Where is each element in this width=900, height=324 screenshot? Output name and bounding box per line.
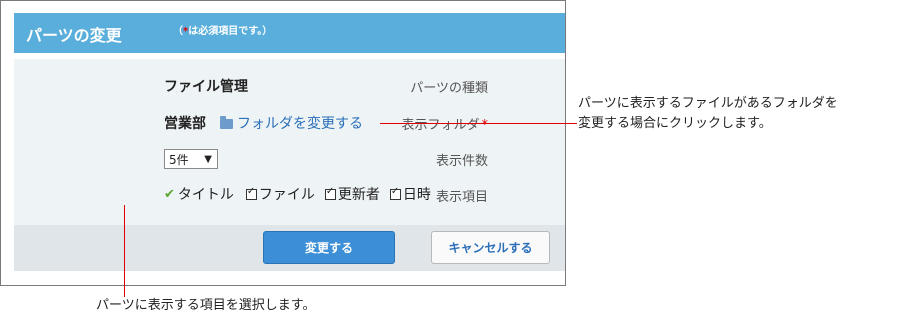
file-checkbox[interactable] xyxy=(245,186,257,200)
folder-value: 営業部 xyxy=(164,116,206,132)
chevron-down-icon: ▼ xyxy=(204,154,212,165)
panel-title: パーツの変更 xyxy=(26,26,122,45)
required-note-open: （ xyxy=(173,26,183,37)
count-label: 表示件数 xyxy=(435,154,488,169)
change-folder-link-label: フォルダを変更する xyxy=(237,116,363,132)
updater-checkbox[interactable] xyxy=(324,186,336,200)
display-items: ✔ タイトル ファイル 更新者 日時 xyxy=(164,184,431,204)
items-callout-text: パーツに表示する項目を選択します。 xyxy=(96,298,316,313)
items-label: 表示項目 xyxy=(435,190,488,205)
folder-required-mark: * xyxy=(481,118,489,133)
cancel-button[interactable]: キャンセルする xyxy=(431,231,550,264)
part-type-label: パーツの種類 xyxy=(410,81,488,96)
required-note: （*は必須項目です。） xyxy=(173,22,272,37)
folder-callout-line2: 変更する場合にクリックします。 xyxy=(578,116,772,131)
item-datetime-label: 日時 xyxy=(402,187,431,203)
folder-label-text: 表示フォルダ xyxy=(401,118,480,133)
count-select[interactable]: 5件 ▼ xyxy=(164,149,218,169)
panel-header: パーツの変更 （*は必須項目です。） xyxy=(14,13,565,53)
items-callout-line xyxy=(124,205,125,297)
item-title-label: タイトル xyxy=(177,187,234,203)
count-select-value: 5件 xyxy=(169,153,189,167)
folder-callout-text: パーツに表示するファイルがあるフォルダを 変更する場合にクリックします。 xyxy=(578,94,838,134)
check-icon: ✔ xyxy=(164,186,175,202)
folder-icon xyxy=(220,116,233,129)
folder-callout-line xyxy=(380,123,577,124)
item-file-label: ファイル xyxy=(258,187,315,203)
required-note-text: は必須項目です。） xyxy=(188,26,273,37)
item-updater-label: 更新者 xyxy=(337,187,380,203)
datetime-checkbox[interactable] xyxy=(389,186,401,200)
change-folder-link[interactable]: フォルダを変更する xyxy=(220,113,363,133)
part-type-value: ファイル管理 xyxy=(164,79,248,95)
submit-button[interactable]: 変更する xyxy=(263,231,395,264)
folder-callout-line1: パーツに表示するファイルがあるフォルダを xyxy=(578,96,838,111)
